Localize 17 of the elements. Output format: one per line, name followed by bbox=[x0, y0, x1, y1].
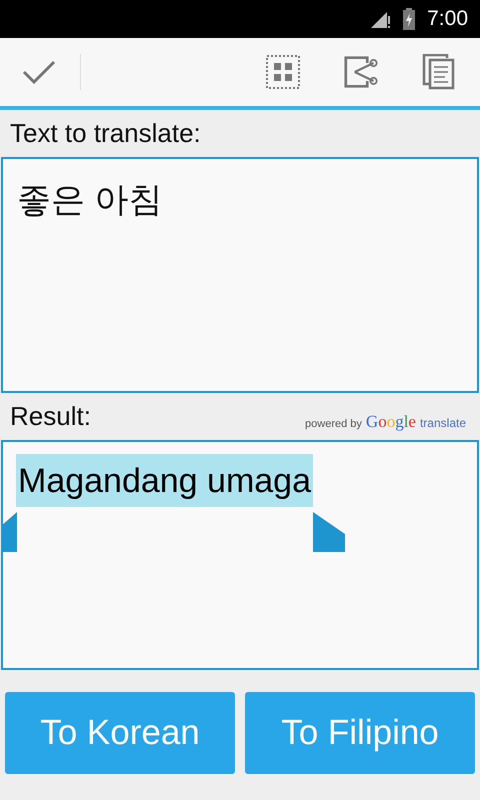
selection-handle[interactable] bbox=[313, 512, 346, 552]
signal-icon bbox=[371, 10, 392, 28]
result-field[interactable]: Magandang umaga bbox=[1, 440, 479, 670]
google-logo: Google bbox=[366, 412, 416, 432]
powered-by-text: powered by bbox=[305, 418, 362, 430]
select-all-icon[interactable] bbox=[266, 54, 300, 90]
check-icon[interactable] bbox=[22, 60, 56, 84]
result-text: Magandang umaga bbox=[16, 454, 314, 507]
cut-icon[interactable] bbox=[344, 54, 378, 90]
field-label: Result: bbox=[10, 401, 91, 432]
translate-text: translate bbox=[420, 416, 466, 430]
input-field[interactable]: 좋은 아침 bbox=[1, 157, 479, 393]
copy-icon[interactable] bbox=[422, 54, 456, 90]
status-time: 7:00 bbox=[427, 7, 468, 31]
field-label: Text to translate: bbox=[10, 118, 202, 149]
selection-handle[interactable] bbox=[1, 512, 17, 552]
battery-icon bbox=[403, 8, 416, 30]
